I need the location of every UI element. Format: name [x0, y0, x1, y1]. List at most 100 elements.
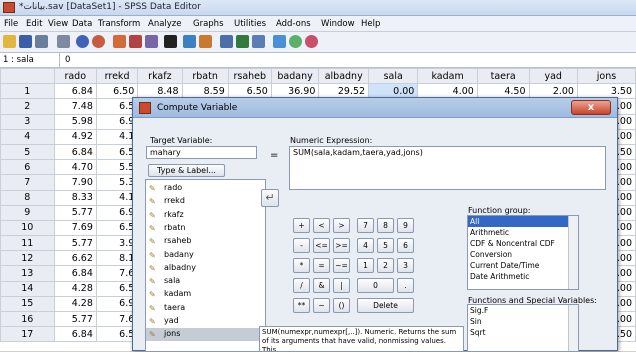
variable-list-item[interactable]: ✎ rbatn [146, 222, 265, 235]
data-cell[interactable]: 5.98 [53, 113, 97, 130]
print-icon[interactable] [35, 35, 48, 48]
row-number[interactable]: 11 [0, 235, 55, 252]
functions-scrollbar[interactable] [568, 305, 578, 351]
keypad-button[interactable]: 3 [397, 258, 414, 273]
use-sets-icon[interactable] [289, 35, 302, 48]
function-group-item[interactable]: Conversion [468, 249, 578, 260]
menu-help[interactable]: Help [361, 19, 380, 29]
row-number[interactable]: 2 [0, 98, 55, 115]
keypad-button[interactable]: ~= [333, 258, 350, 273]
column-header[interactable]: jons [576, 68, 636, 85]
menu-utilities[interactable]: Utilities [234, 19, 266, 29]
function-group-item[interactable]: Date Arithmetic [468, 271, 578, 282]
function-group-item[interactable]: Arithmetic [468, 227, 578, 238]
data-cell[interactable]: 6.84 [53, 265, 97, 282]
cell-value-input[interactable]: 0 [65, 55, 70, 65]
column-header[interactable]: albadny [318, 68, 370, 85]
keypad-button[interactable]: >= [333, 238, 350, 253]
column-header[interactable]: rado [53, 68, 97, 85]
function-item[interactable]: Sqrt [468, 327, 578, 338]
column-header[interactable]: rsaheb [227, 68, 272, 85]
data-cell[interactable]: 4.70 [53, 159, 97, 176]
menu-file[interactable]: File [4, 19, 18, 29]
keypad-button[interactable]: () [333, 298, 350, 313]
keypad-button[interactable]: * [293, 258, 310, 273]
data-cell[interactable]: 5.77 [53, 310, 97, 328]
move-variable-arrow-icon[interactable]: ↵ [261, 189, 279, 207]
data-cell[interactable]: 4.28 [53, 280, 97, 297]
keypad-button[interactable]: < [313, 218, 330, 233]
redo-icon[interactable] [92, 35, 105, 48]
function-group-item[interactable]: CDF & Noncentral CDF [468, 238, 578, 249]
keypad-button[interactable]: & [313, 278, 330, 293]
keypad-button[interactable]: 4 [357, 238, 374, 253]
weight-cases-icon[interactable] [236, 35, 249, 48]
menu-window[interactable]: Window [321, 19, 355, 29]
function-group-list[interactable]: All Arithmetic CDF & Noncentral CDF Convers… [467, 215, 579, 290]
function-group-item[interactable]: Current Date/Time [468, 260, 578, 271]
data-cell[interactable]: 7.69 [53, 219, 97, 237]
undo-icon[interactable] [76, 35, 89, 48]
row-number[interactable]: 1 [0, 83, 55, 100]
column-header[interactable]: rrekd [95, 68, 139, 85]
goto-variable-icon[interactable] [129, 35, 142, 48]
row-number[interactable]: 17 [0, 326, 55, 343]
keypad-button[interactable]: 0 [357, 278, 394, 293]
row-number[interactable]: 9 [0, 204, 55, 221]
function-item[interactable]: Sig.F [468, 305, 578, 316]
keypad-button[interactable]: ** [293, 298, 310, 313]
keypad-button[interactable]: > [333, 218, 350, 233]
row-number[interactable]: 4 [0, 128, 55, 145]
source-variable-list[interactable]: ✎ rado ✎ rrekd ✎ rkafz ✎ rbatn ✎ rsaheb ✎ badany ✎ al… [145, 179, 266, 352]
row-number[interactable]: 7 [0, 174, 55, 191]
data-cell[interactable]: 6.84 [53, 83, 97, 100]
keypad-button[interactable]: Delete [357, 298, 414, 313]
column-header[interactable]: yad [528, 68, 578, 85]
function-group-item[interactable]: All [468, 216, 578, 227]
row-number[interactable]: 16 [0, 310, 55, 328]
keypad-button[interactable]: <= [313, 238, 330, 253]
variable-list-item[interactable]: ✎ rsaheb [146, 235, 265, 248]
variable-list-item[interactable]: ✎ yad [146, 315, 265, 328]
data-cell[interactable]: 8.33 [53, 189, 97, 206]
keypad-button[interactable]: = [313, 258, 330, 273]
keypad-button[interactable]: - [293, 238, 310, 253]
keypad-button[interactable]: 7 [357, 218, 374, 233]
data-cell[interactable]: 6.84 [53, 143, 97, 161]
column-header[interactable]: rbatn [181, 68, 229, 85]
variable-list-item[interactable]: ✎ kadam [146, 288, 265, 301]
variables-icon[interactable] [145, 35, 158, 48]
row-number[interactable]: 10 [0, 219, 55, 237]
function-group-scrollbar[interactable] [568, 216, 578, 289]
row-number[interactable]: 14 [0, 280, 55, 297]
function-item[interactable]: Sin [468, 316, 578, 327]
keypad-button[interactable]: 2 [377, 258, 394, 273]
column-header[interactable]: taera [476, 68, 530, 85]
menu-graphs[interactable]: Graphs [193, 19, 224, 29]
save-icon[interactable] [19, 35, 32, 48]
menu-analyze[interactable]: Analyze [148, 19, 182, 29]
keypad-button[interactable]: 8 [377, 218, 394, 233]
row-number[interactable]: 8 [0, 189, 55, 206]
data-cell[interactable]: 5.77 [53, 235, 97, 252]
row-number[interactable]: 12 [0, 250, 55, 267]
dialog-recall-icon[interactable] [57, 35, 70, 48]
row-number[interactable]: 15 [0, 295, 55, 313]
column-header[interactable]: badany [270, 68, 320, 85]
close-button[interactable]: x [571, 100, 611, 115]
menu-view[interactable]: View [48, 19, 68, 29]
variable-list-item[interactable]: ✎ rkafz [146, 209, 265, 222]
variable-list-item[interactable]: ✎ taera [146, 302, 265, 315]
target-variable-input[interactable]: mahary [146, 146, 257, 159]
split-file-icon[interactable] [220, 35, 233, 48]
find-icon[interactable] [164, 35, 177, 48]
data-cell[interactable]: 4.28 [53, 295, 97, 313]
menu-addons[interactable]: Add-ons [276, 19, 311, 29]
keypad-button[interactable]: | [333, 278, 350, 293]
insert-cases-icon[interactable] [183, 35, 196, 48]
show-all-variables-icon[interactable] [305, 35, 318, 48]
variable-list-item[interactable]: ✎ jons [146, 328, 265, 342]
keypad-button[interactable]: 9 [397, 218, 414, 233]
data-cell[interactable]: 7.90 [53, 174, 97, 191]
data-cell[interactable]: 6.62 [53, 250, 97, 267]
